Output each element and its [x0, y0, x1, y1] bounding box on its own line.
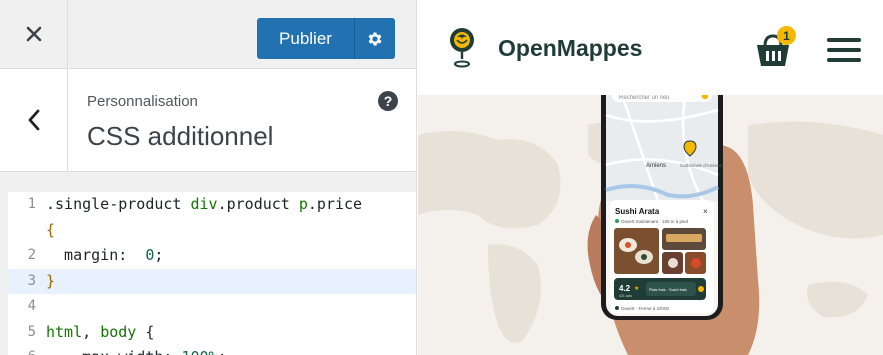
code-text: html, body { — [46, 322, 155, 341]
line-number: 5 — [27, 323, 36, 340]
code-text: .single-product div.product p.price — [46, 195, 363, 213]
phone-rating-sub: 421 avis — [619, 294, 632, 298]
star-icon: ★ — [634, 285, 639, 292]
code-text: margin: 0; — [46, 246, 164, 264]
help-icon[interactable]: ? — [378, 91, 398, 111]
cart-button[interactable]: 1 — [755, 26, 796, 68]
hamburger-icon-bar — [827, 58, 861, 62]
cart-count-badge: 1 — [777, 26, 796, 45]
line-number: 1 — [27, 196, 36, 212]
code-line: 6 max-width: 100%; — [8, 345, 416, 355]
customizer-root: Publier Personnalisation CSS additionnel… — [0, 0, 883, 355]
code-line: 4 — [8, 294, 416, 320]
hamburger-icon-bar — [827, 38, 861, 42]
site-header: OpenMappes 1 — [418, 0, 883, 95]
hero-image: Rechercher un lieu Amiens Cathédrale d'A… — [418, 95, 883, 355]
phone-place-label: Cathédrale d'Amiens — [680, 163, 722, 168]
code-line: { — [8, 218, 416, 244]
breadcrumb: Personnalisation — [87, 93, 198, 110]
chevron-left-icon — [28, 109, 39, 131]
site-name[interactable]: OpenMappes — [498, 35, 642, 62]
line-number: 4 — [27, 298, 36, 314]
section-header: Personnalisation CSS additionnel ? — [0, 69, 416, 172]
hamburger-icon-bar — [827, 48, 861, 52]
phone-card-title: Sushi Arata — [615, 207, 660, 216]
customizer-panel: Publier Personnalisation CSS additionnel… — [0, 0, 417, 355]
phone-card-status: Ouvert maintenant · 150 m à pied — [621, 219, 689, 224]
phone-badge-text: Plats frais · Sushi frais — [649, 288, 687, 292]
phone-close-icon: × — [703, 207, 708, 216]
code-line: 2 margin: 0; — [8, 243, 416, 269]
close-button[interactable] — [0, 0, 68, 68]
code-text: max-width: 100%; — [46, 345, 227, 355]
code-line-active: 3 } — [8, 268, 416, 294]
phone-footer-text: Ouvert · Ferme à 22h00 — [621, 306, 670, 311]
code-text: } — [46, 271, 56, 290]
css-code-editor[interactable]: 1 .single-product div.product p.price { … — [8, 192, 416, 355]
section-title: CSS additionnel — [87, 121, 274, 151]
phone-search-placeholder: Rechercher un lieu — [619, 95, 669, 101]
publish-settings-button[interactable] — [354, 18, 395, 59]
back-button[interactable] — [0, 69, 68, 171]
publish-button-label: Publier — [279, 28, 332, 48]
code-text: { — [46, 220, 56, 239]
gear-icon — [368, 31, 382, 46]
publish-button[interactable]: Publier — [257, 18, 354, 59]
menu-toggle-button[interactable] — [827, 38, 861, 62]
site-preview: OpenMappes 1 Rechercher un lieu Amiens C… — [418, 0, 883, 355]
line-number: 2 — [27, 247, 36, 263]
map-pin-logo-icon — [450, 28, 474, 68]
code-line: 5 html, body { — [8, 320, 416, 346]
phone-rating: 4.2 — [619, 284, 631, 293]
close-icon — [26, 26, 41, 42]
line-number: 3 — [27, 272, 36, 289]
code-line: 1 .single-product div.product p.price — [8, 192, 416, 218]
customizer-topbar: Publier — [0, 0, 416, 69]
phone-city-label: Amiens — [646, 163, 666, 169]
line-number: 6 — [8, 345, 38, 355]
